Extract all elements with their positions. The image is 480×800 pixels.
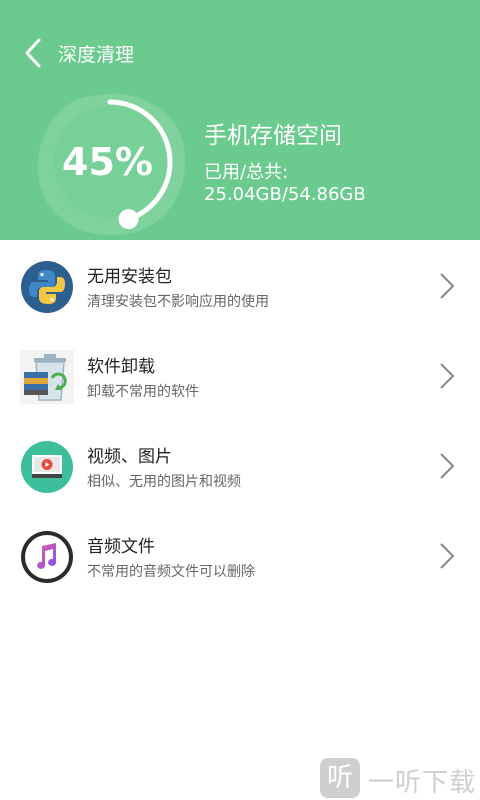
item-title: 软件卸载: [87, 357, 155, 377]
item-description: 相似、无用的图片和视频: [87, 474, 241, 490]
python-package-icon: [21, 261, 73, 313]
trash-bin-icon: [20, 350, 74, 404]
item-title: 音频文件: [87, 537, 155, 557]
chevron-right-icon: [440, 543, 455, 569]
page-title: 深度清理: [58, 44, 135, 66]
watermark-logo: 听: [320, 758, 360, 798]
item-description: 卸载不常用的软件: [87, 384, 199, 400]
music-note-icon: [21, 531, 73, 583]
list-item-uninstall[interactable]: 软件卸载 卸载不常用的软件: [0, 330, 480, 420]
storage-used-label: 已用/总共:: [204, 162, 289, 183]
list-item-videos-pictures[interactable]: 视频、图片 相似、无用的图片和视频: [0, 420, 480, 510]
video-player-icon: [21, 441, 73, 493]
list-item-unused-packages[interactable]: 无用安装包 清理安装包不影响应用的使用: [0, 240, 480, 330]
chevron-right-icon: [440, 363, 455, 389]
watermark-text: 一听下载: [368, 768, 477, 798]
storage-title: 手机存储空间: [204, 123, 342, 149]
clean-options-list: 无用安装包 清理安装包不影响应用的使用 软件卸载 卸载不常用的软件 视频、图片 …: [0, 240, 480, 600]
back-chevron-icon[interactable]: [20, 38, 50, 68]
storage-percent: 45%: [62, 140, 153, 184]
storage-used-value: 25.04GB/54.86GB: [204, 184, 366, 205]
item-title: 无用安装包: [87, 267, 172, 287]
item-description: 不常用的音频文件可以删除: [87, 564, 255, 580]
gauge-progress-dot: [118, 209, 139, 230]
item-title: 视频、图片: [87, 447, 172, 467]
item-description: 清理安装包不影响应用的使用: [87, 294, 269, 310]
list-item-audio-files[interactable]: 音频文件 不常用的音频文件可以删除: [0, 510, 480, 600]
chevron-right-icon: [440, 273, 455, 299]
header: 深度清理 45% 手机存储空间 已用/总共: 25.04GB/54.86GB: [0, 0, 480, 240]
chevron-right-icon: [440, 453, 455, 479]
watermark: 听 一听下载: [320, 756, 480, 800]
